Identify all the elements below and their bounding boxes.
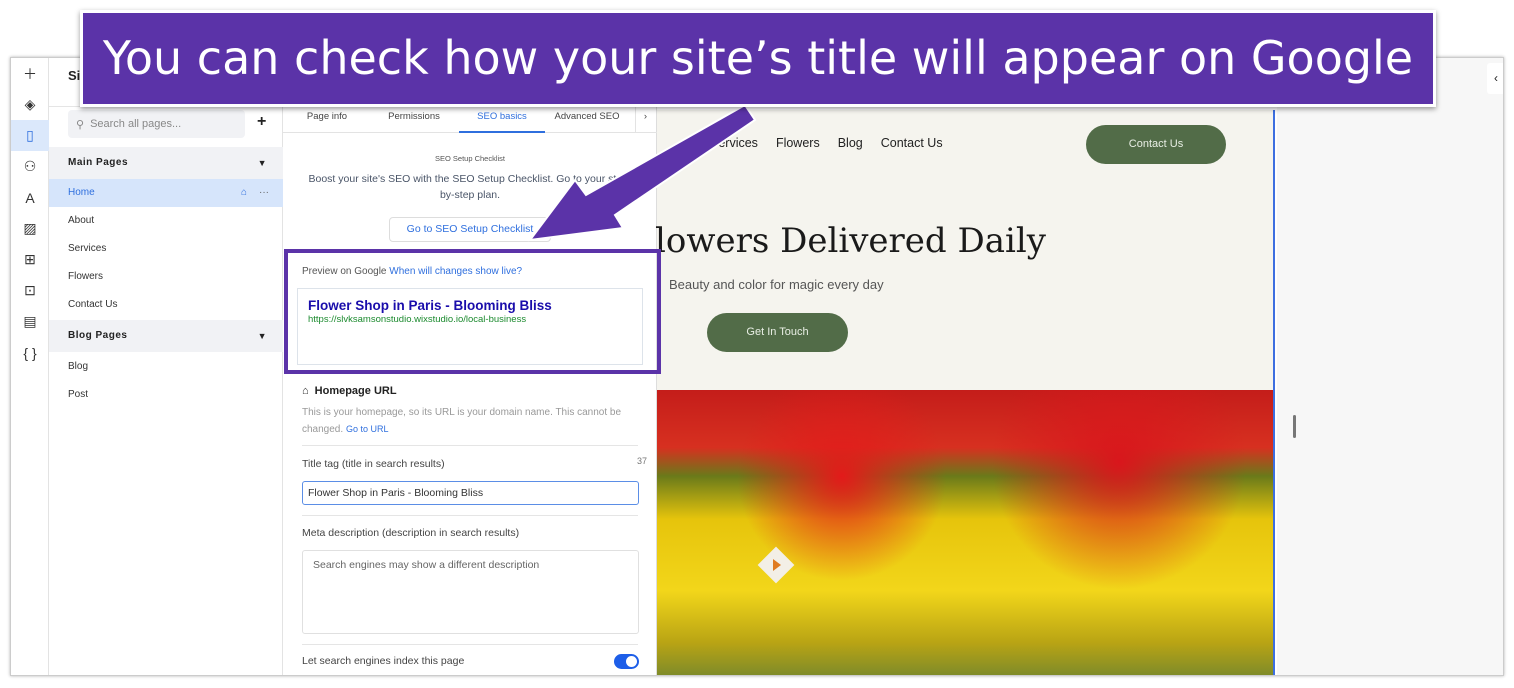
- page-item-home[interactable]: Home ⌂ ···: [49, 179, 283, 207]
- search-input[interactable]: ⚲ Search all pages...: [68, 110, 245, 138]
- meta-description-label: Meta description (description in search …: [302, 527, 520, 539]
- char-count: 37: [637, 456, 648, 466]
- nav-blog[interactable]: Blog: [838, 136, 863, 150]
- nav-flowers[interactable]: Flowers: [776, 136, 820, 150]
- highlight-box: [284, 249, 661, 374]
- search-icon: ⚲: [76, 118, 85, 131]
- tulip-image: [657, 390, 1273, 675]
- pages-panel: Si ⚲ Search all pages... + Main Pages ▼ H…: [49, 58, 283, 675]
- home-icon: ⌂: [302, 385, 309, 397]
- business-apps-icon[interactable]: ⊡: [11, 275, 49, 306]
- pages-icon[interactable]: ▯: [11, 120, 49, 151]
- title-tag-label: Title tag (title in search results): [302, 458, 445, 470]
- section-main-pages[interactable]: Main Pages ▼: [49, 147, 283, 179]
- more-icon[interactable]: ···: [259, 179, 269, 207]
- homepage-url-text: This is your homepage, so its URL is you…: [302, 407, 622, 435]
- section-blog-pages[interactable]: Blog Pages ▼: [49, 320, 283, 352]
- meta-description-input[interactable]: Search engines may show a different desc…: [302, 550, 639, 634]
- table-icon[interactable]: ▤: [11, 306, 49, 337]
- caption-banner: You can check how your site’s title will…: [80, 10, 1436, 107]
- title-tag-input[interactable]: Flower Shop in Paris - Blooming Bliss: [302, 481, 639, 505]
- page-item[interactable]: Contact Us: [49, 291, 283, 319]
- arrow-shape: [527, 103, 757, 242]
- connections-icon[interactable]: ⚇: [11, 151, 49, 182]
- typography-icon[interactable]: A: [11, 182, 49, 213]
- apps-icon[interactable]: ⊞: [11, 244, 49, 275]
- caret-down-icon: ▼: [257, 158, 267, 168]
- index-toggle-label: Let search engines index this page: [302, 655, 465, 667]
- tab-permissions[interactable]: Permissions: [379, 103, 449, 133]
- go-to-url-link[interactable]: Go to URL: [346, 424, 389, 434]
- homepage-url-heading: ⌂ Homepage URL: [302, 385, 397, 397]
- layers-icon[interactable]: ◈: [11, 89, 49, 120]
- page-item[interactable]: Post: [49, 381, 283, 409]
- collapse-chevron-icon[interactable]: ‹: [1487, 63, 1503, 94]
- plus-icon[interactable]: ＋: [11, 58, 49, 89]
- page-item[interactable]: Blog: [49, 353, 283, 381]
- media-icon[interactable]: ▨: [11, 213, 49, 244]
- index-toggle[interactable]: [614, 654, 639, 669]
- home-icon: ⌂: [240, 187, 247, 198]
- page-item[interactable]: Flowers: [49, 263, 283, 291]
- contact-us-button[interactable]: Contact Us: [1086, 125, 1226, 164]
- tab-page-info[interactable]: Page info: [295, 103, 359, 133]
- resize-handle[interactable]: [1293, 415, 1296, 438]
- get-in-touch-button[interactable]: Get In Touch: [707, 313, 848, 352]
- hero-subheadline: Beauty and color for magic every day: [669, 277, 884, 292]
- panel-title: Si: [68, 68, 81, 83]
- left-toolbar: ＋ ◈ ▯ ⚇ A ▨ ⊞ ⊡ ▤ { }: [11, 58, 49, 675]
- page-item[interactable]: About: [49, 207, 283, 235]
- code-icon[interactable]: { }: [11, 337, 49, 368]
- nav-contact[interactable]: Contact Us: [881, 136, 943, 150]
- right-gutter: ‹: [1277, 58, 1503, 675]
- page-item[interactable]: Services: [49, 235, 283, 263]
- caret-down-icon: ▼: [257, 331, 267, 341]
- add-page-button[interactable]: +: [257, 113, 266, 131]
- arrow-annotation: [527, 103, 757, 242]
